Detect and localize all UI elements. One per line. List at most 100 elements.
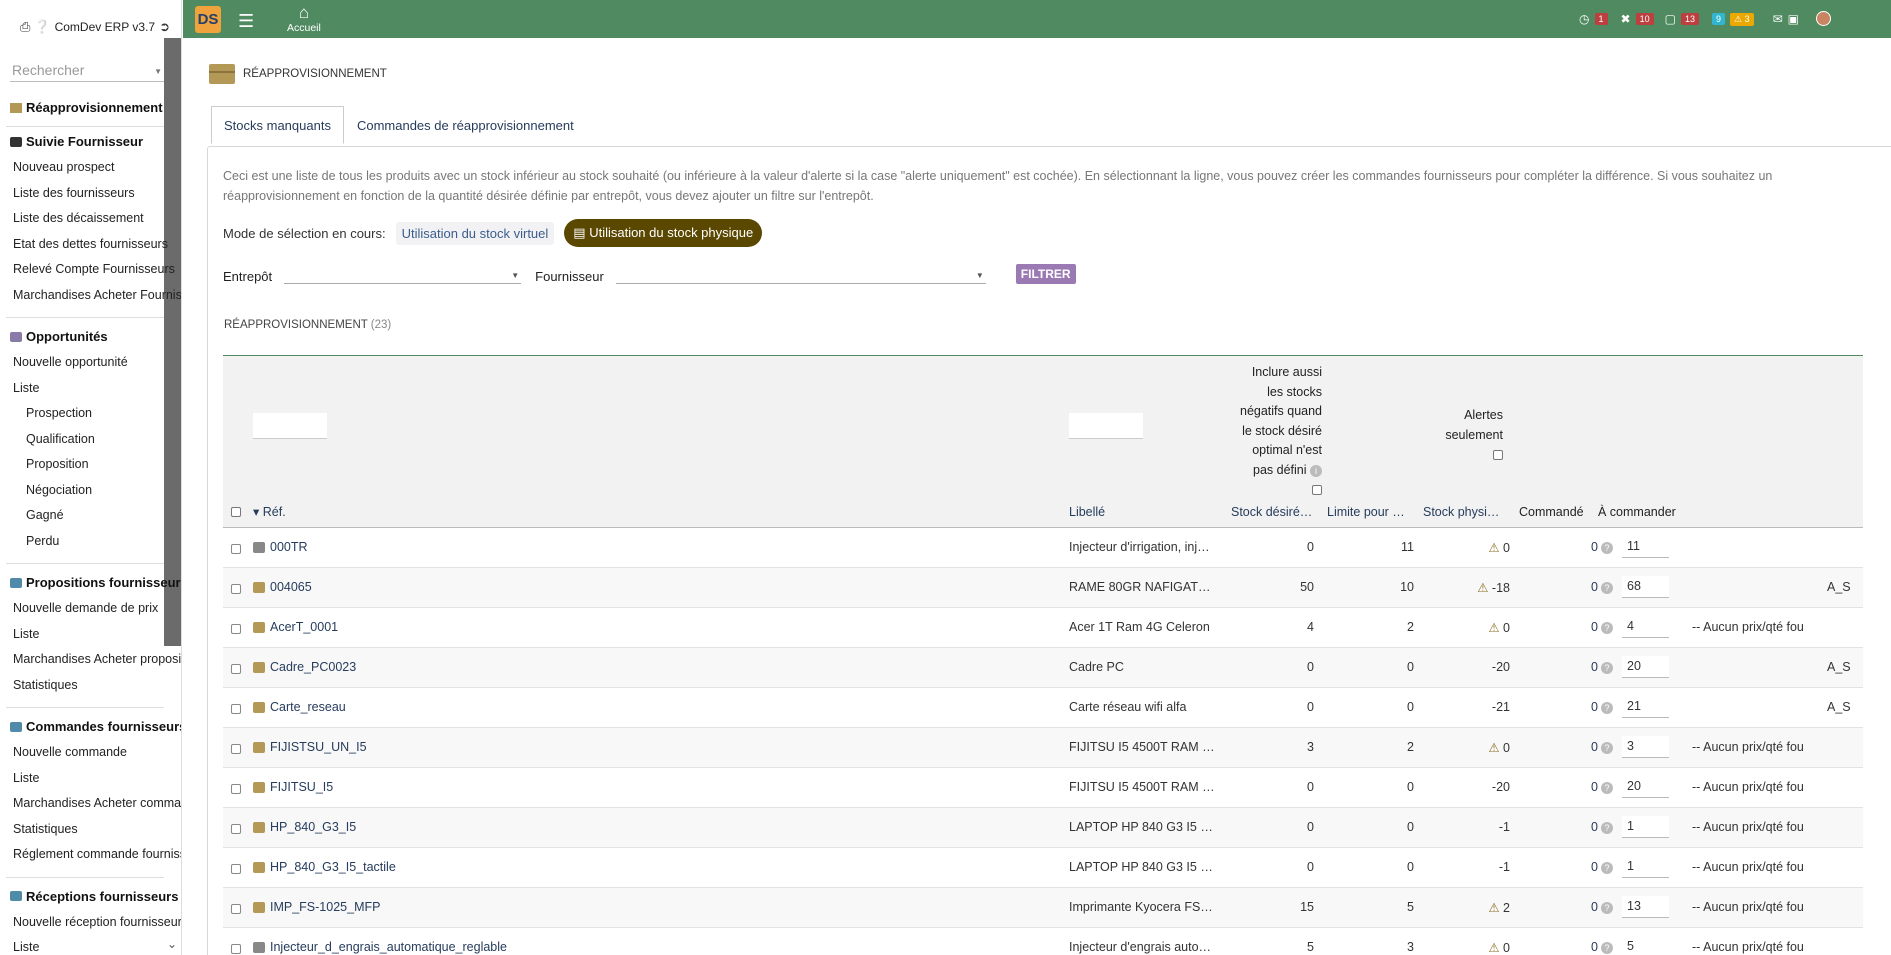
sidebar-section-4[interactable]: Réceptions fournisseurs	[10, 889, 178, 904]
product-ref-link[interactable]: HP_840_G3_I5	[270, 820, 356, 834]
supplier-price-select[interactable]: -- Aucun prix/qté fou	[1692, 940, 1804, 954]
sidebar-item[interactable]: Marchandises Acheter Fournisseur	[13, 288, 181, 302]
sidebar-item[interactable]: Nouvelle réception fournisseur	[13, 915, 181, 929]
to-order-input[interactable]: 13	[1622, 896, 1669, 918]
supplier-price-select[interactable]: A_S	[1827, 660, 1851, 674]
clock-icon[interactable]: ◷	[1579, 12, 1589, 26]
sidebar-section-3[interactable]: Commandes fournisseurs	[10, 719, 181, 734]
product-ref-link[interactable]: Cadre_PC0023	[270, 660, 356, 674]
sidebar-item[interactable]: Liste	[13, 381, 39, 395]
col-desired-stock[interactable]: Stock désiré…	[1231, 505, 1312, 519]
sidebar-subitem[interactable]: Perdu	[26, 534, 59, 548]
sidebar-subitem[interactable]: Négociation	[26, 483, 92, 497]
supplier-price-select[interactable]: A_S	[1827, 700, 1851, 714]
chat-icon[interactable]: ✉	[1773, 12, 1783, 26]
supplier-price-select[interactable]: -- Aucun prix/qté fou	[1692, 820, 1804, 834]
to-order-input[interactable]: 5	[1622, 936, 1669, 955]
clipboard-icon[interactable]: ▣	[1788, 12, 1799, 26]
sidebar-item[interactable]: Nouveau prospect	[13, 160, 114, 174]
row-checkbox[interactable]	[231, 544, 241, 554]
to-order-input[interactable]: 21	[1622, 696, 1669, 718]
supplier-price-select[interactable]: -- Aucun prix/qté fou	[1692, 900, 1804, 914]
row-checkbox[interactable]	[231, 744, 241, 754]
print-icon[interactable]: ⎙	[20, 19, 30, 35]
product-ref-link[interactable]: IMP_FS-1025_MFP	[270, 900, 380, 914]
product-ref-link[interactable]: 004065	[270, 580, 312, 594]
product-ref-link[interactable]: FIJISTSU_UN_I5	[270, 740, 367, 754]
scrollbar[interactable]	[164, 38, 181, 646]
sidebar-section-1[interactable]: Opportunités	[10, 329, 108, 344]
badge-clock[interactable]: 1	[1594, 13, 1608, 25]
sidebar-item[interactable]: Statistiques	[13, 822, 78, 836]
supplier-select[interactable]: ▼	[615, 267, 986, 284]
sidebar-item[interactable]: Statistiques	[13, 678, 78, 692]
sidebar-subitem[interactable]: Proposition	[26, 457, 89, 471]
scroll-down-icon[interactable]: ⌄	[167, 937, 177, 951]
warehouse-select[interactable]: ▼	[284, 267, 522, 284]
search-input[interactable]: Rechercher ▼	[10, 62, 164, 82]
logo[interactable]: DS	[195, 6, 221, 33]
supplier-price-select[interactable]: A_S	[1827, 580, 1851, 594]
alerts-only-checkbox[interactable]	[1493, 449, 1503, 460]
select-all-checkbox[interactable]	[231, 507, 241, 517]
sidebar-item[interactable]: Liste des fournisseurs	[13, 186, 135, 200]
sidebar-item[interactable]: Nouvelle commande	[13, 745, 127, 759]
to-order-input[interactable]: 4	[1622, 616, 1669, 638]
supplier-price-select[interactable]: -- Aucun prix/qté fou	[1692, 780, 1804, 794]
row-checkbox[interactable]	[231, 704, 241, 714]
tab-commandes-reappro[interactable]: Commandes de réapprovisionnement	[344, 106, 587, 144]
row-checkbox[interactable]	[231, 784, 241, 794]
sidebar-section-0[interactable]: Suivie Fournisseur	[10, 134, 143, 149]
sidebar-section-2[interactable]: Propositions fournisseurs	[10, 575, 181, 590]
sidebar-item[interactable]: Marchandises Acheter commandes	[13, 796, 181, 810]
product-ref-link[interactable]: AcerT_0001	[270, 620, 338, 634]
product-ref-link[interactable]: Carte_reseau	[270, 700, 346, 714]
supplier-price-select[interactable]: -- Aucun prix/qté fou	[1692, 740, 1804, 754]
avatar[interactable]	[1816, 11, 1831, 26]
row-checkbox[interactable]	[231, 664, 241, 674]
home-button[interactable]: ⌂ Accueil	[287, 4, 321, 34]
col-physical-stock[interactable]: Stock physi…	[1423, 505, 1499, 519]
sidebar-subitem[interactable]: Qualification	[26, 432, 95, 446]
calendar-icon[interactable]: ▢	[1665, 12, 1676, 26]
badge-calendar[interactable]: 13	[1680, 13, 1699, 25]
to-order-input[interactable]: 11	[1622, 536, 1669, 558]
badge-tools[interactable]: 10	[1635, 13, 1654, 25]
product-ref-link[interactable]: FIJITSU_I5	[270, 780, 333, 794]
col-ref[interactable]: ▾ Réf.	[253, 504, 286, 519]
row-checkbox[interactable]	[231, 824, 241, 834]
sidebar-subitem[interactable]: Gagné	[26, 508, 64, 522]
mode-physical-button[interactable]: ▤ Utilisation du stock physique	[564, 219, 763, 247]
label-filter-input[interactable]	[1069, 413, 1143, 439]
row-checkbox[interactable]	[231, 584, 241, 594]
product-ref-link[interactable]: HP_840_G3_I5_tactile	[270, 860, 396, 874]
menu-toggle-icon[interactable]: ☰	[238, 11, 254, 32]
sidebar-subitem[interactable]: Prospection	[26, 406, 92, 420]
sidebar-item[interactable]: Nouvelle opportunité	[13, 355, 128, 369]
include-negative-checkbox[interactable]	[1312, 484, 1322, 495]
sidebar-item[interactable]: Liste des décaissement	[13, 211, 144, 225]
row-checkbox[interactable]	[231, 864, 241, 874]
to-order-input[interactable]: 1	[1622, 856, 1669, 878]
to-order-input[interactable]: 20	[1622, 656, 1669, 678]
supplier-price-select[interactable]: -- Aucun prix/qté fou	[1692, 860, 1804, 874]
to-order-input[interactable]: 68	[1622, 576, 1669, 598]
tools-icon[interactable]: ✖	[1621, 12, 1631, 26]
sidebar-item[interactable]: Relevé Compte Fournisseurs	[13, 262, 175, 276]
product-ref-link[interactable]: 000TR	[270, 540, 308, 554]
sidebar-item[interactable]: Réglement commande fournisseur	[13, 847, 181, 861]
tab-stocks-manquants[interactable]: Stocks manquants	[211, 106, 344, 144]
badge-warning[interactable]: ⚠ 3	[1730, 12, 1754, 26]
to-order-input[interactable]: 1	[1622, 816, 1669, 838]
col-limit[interactable]: Limite pour …	[1327, 505, 1405, 519]
sidebar-item[interactable]: Liste	[13, 627, 39, 641]
sidebar-item[interactable]: Etat des dettes fournisseurs	[13, 237, 168, 251]
help-icon[interactable]: ❔	[34, 19, 50, 35]
row-checkbox[interactable]	[231, 624, 241, 634]
filter-button[interactable]: FILTRER	[1015, 264, 1076, 284]
row-checkbox[interactable]	[231, 944, 241, 954]
ref-filter-input[interactable]	[253, 413, 327, 439]
mode-virtual-button[interactable]: Utilisation du stock virtuel	[395, 221, 555, 245]
product-ref-link[interactable]: Injecteur_d_engrais_automatique_reglable	[270, 940, 507, 954]
sidebar-item[interactable]: Marchandises Acheter propositions	[13, 652, 181, 666]
